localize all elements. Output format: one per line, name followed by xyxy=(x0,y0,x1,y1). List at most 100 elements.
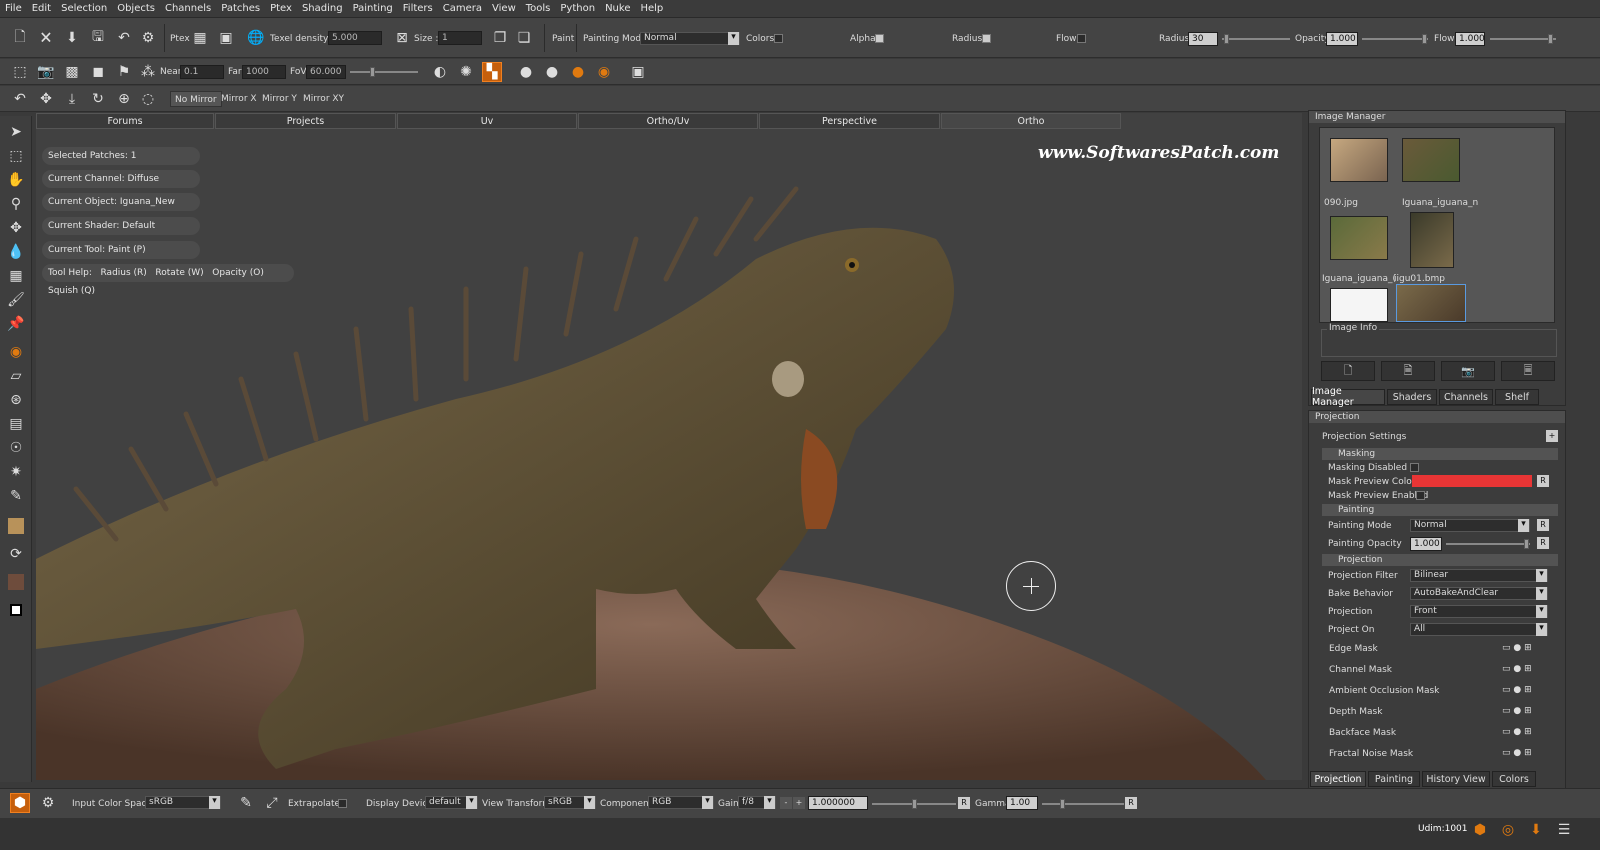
mask-preview-enabled-checkbox[interactable] xyxy=(1416,491,1425,500)
select-arrow-icon[interactable]: ➤ xyxy=(6,122,26,142)
image-action-export-icon[interactable]: 🗏 xyxy=(1501,361,1555,381)
gradient-icon[interactable]: ▤ xyxy=(6,414,26,434)
edit-icon[interactable]: ✎ xyxy=(236,793,256,813)
gain-increase-button[interactable]: + xyxy=(793,797,805,809)
flow-slider-handle[interactable] xyxy=(1548,34,1553,44)
edge-mask-controls[interactable]: ▭ ● ⊞ xyxy=(1502,643,1554,655)
masking-disabled-checkbox[interactable] xyxy=(1410,463,1419,472)
eraser-icon[interactable]: ▱ xyxy=(6,366,26,386)
mask-color-swatch[interactable] xyxy=(1412,475,1532,487)
tab-projects[interactable]: Projects xyxy=(215,113,396,129)
fov-slider-handle[interactable] xyxy=(370,67,375,77)
flow-slider[interactable] xyxy=(1490,38,1556,40)
project-on-select[interactable]: All xyxy=(1410,623,1548,636)
scale-icon[interactable]: ⊕ xyxy=(114,89,134,109)
mirror-xy-button[interactable]: Mirror XY xyxy=(303,94,344,104)
paint-tool-icon[interactable]: ◉ xyxy=(6,342,26,362)
render-icon[interactable]: ⬢ xyxy=(10,793,30,813)
status-render-icon[interactable]: ⬢ xyxy=(1470,820,1490,840)
tab-image-manager[interactable]: Image Manager xyxy=(1311,386,1385,408)
light-icon[interactable]: ✺ xyxy=(456,62,476,82)
gain-reset-button[interactable]: R xyxy=(958,797,970,809)
view-transform-select[interactable]: sRGB xyxy=(544,796,596,809)
gamma-input[interactable]: 1.00 xyxy=(1006,796,1038,810)
radius-slider-handle[interactable] xyxy=(1224,34,1229,44)
extrapolate-icon[interactable]: ⤢ xyxy=(262,793,282,813)
menu-shading[interactable]: Shading xyxy=(297,3,348,14)
paint-light-icon[interactable]: ▚ xyxy=(482,62,502,82)
fov-slider[interactable] xyxy=(350,71,418,73)
fractal-noise-mask-controls[interactable]: ▭ ● ⊞ xyxy=(1502,748,1554,760)
menu-filters[interactable]: Filters xyxy=(398,3,438,14)
gamma-slider[interactable] xyxy=(1042,803,1124,805)
pin-icon[interactable]: 📌 xyxy=(6,314,26,334)
thumbnail-6[interactable] xyxy=(1396,284,1466,322)
down-arrow-icon[interactable]: ⤓ xyxy=(62,89,82,109)
tab-perspective[interactable]: Perspective xyxy=(759,113,940,129)
clone-icon[interactable]: ⊛ xyxy=(6,390,26,410)
menu-file[interactable]: File xyxy=(0,3,27,14)
drop-icon[interactable]: 💧 xyxy=(6,242,26,262)
thumbnail-4[interactable] xyxy=(1410,212,1454,268)
scatter-icon[interactable]: ⁂ xyxy=(138,62,158,82)
ambient-occlusion-mask-controls[interactable]: ▭ ● ⊞ xyxy=(1502,685,1554,697)
menu-python[interactable]: Python xyxy=(555,3,600,14)
radius-slider[interactable] xyxy=(1222,38,1290,40)
painting-mode-select[interactable]: Normal xyxy=(640,32,740,45)
masking-section[interactable]: Masking xyxy=(1322,448,1558,460)
mirror-y-button[interactable]: Mirror Y xyxy=(262,94,297,104)
far-input[interactable]: 1000 xyxy=(242,65,286,79)
depth-mask-row[interactable]: Depth Mask ▭ ● ⊞ xyxy=(1322,703,1558,721)
painting-opacity-reset-button[interactable]: R xyxy=(1537,537,1549,549)
mirror-x-button[interactable]: Mirror X xyxy=(221,94,257,104)
fractal-noise-mask-row[interactable]: Fractal Noise Mask ▭ ● ⊞ xyxy=(1322,745,1558,763)
zoom-icon[interactable]: ⚲ xyxy=(6,194,26,214)
blur-icon[interactable]: ✷ xyxy=(6,462,26,482)
projection-select[interactable]: Front xyxy=(1410,605,1548,618)
tab-shelf[interactable]: Shelf xyxy=(1495,389,1539,405)
foreground-color-icon[interactable] xyxy=(6,600,26,620)
tab-channels[interactable]: Channels xyxy=(1439,389,1493,405)
size-grid-icon[interactable]: ⊠ xyxy=(392,28,412,48)
status-menu-icon[interactable]: ☰ xyxy=(1554,820,1574,840)
bake-behavior-select[interactable]: AutoBakeAndClear xyxy=(1410,587,1548,600)
menu-patches[interactable]: Patches xyxy=(216,3,265,14)
duplicate-icon[interactable]: ❐ xyxy=(490,28,510,48)
shader-sphere-icon[interactable]: ◐ xyxy=(430,62,450,82)
gain-decrease-button[interactable]: - xyxy=(780,797,792,809)
menu-view[interactable]: View xyxy=(487,3,521,14)
opacity-input[interactable]: 1.000 xyxy=(1326,32,1358,46)
layers-icon[interactable]: ❏ xyxy=(514,28,534,48)
tab-ortho[interactable]: Ortho xyxy=(941,113,1121,129)
size-input[interactable]: 1 xyxy=(438,31,482,45)
gain-value-input[interactable]: 1.000000 xyxy=(808,796,868,810)
brush-icon[interactable]: 🖌 xyxy=(6,290,26,310)
status-export-icon[interactable]: ⬇ xyxy=(1526,820,1546,840)
move-icon[interactable]: ✥ xyxy=(36,89,56,109)
colors-checkbox[interactable] xyxy=(774,34,783,43)
gamma-reset-button[interactable]: R xyxy=(1125,797,1137,809)
backface-mask-controls[interactable]: ▭ ● ⊞ xyxy=(1502,727,1554,739)
flow-checkbox[interactable] xyxy=(1077,34,1086,43)
menu-help[interactable]: Help xyxy=(635,3,668,14)
mask-color-reset-button[interactable]: R xyxy=(1537,475,1549,487)
tab-history-view[interactable]: History View xyxy=(1422,771,1490,787)
radius-input[interactable]: 30 xyxy=(1188,32,1218,46)
thumbnail-3[interactable] xyxy=(1330,216,1388,260)
shaded-sphere-icon[interactable]: ◉ xyxy=(594,62,614,82)
texel-density-input[interactable]: 5.000 xyxy=(328,31,382,45)
solid-cube-icon[interactable]: ◼ xyxy=(88,62,108,82)
ptex-settings-icon[interactable]: ▦ xyxy=(190,28,210,48)
tab-forums[interactable]: Forums xyxy=(36,113,214,129)
ambient-occlusion-mask-row[interactable]: Ambient Occlusion Mask ▭ ● ⊞ xyxy=(1322,682,1558,700)
new-file-icon[interactable]: 🗋 xyxy=(10,28,30,48)
painting-opacity-slider-handle[interactable] xyxy=(1524,539,1529,549)
thumbnail-1[interactable] xyxy=(1330,138,1388,182)
tab-colors[interactable]: Colors xyxy=(1492,771,1536,787)
projection-filter-select[interactable]: Bilinear xyxy=(1410,569,1548,582)
menu-channels[interactable]: Channels xyxy=(160,3,216,14)
import-icon[interactable]: ⬇ xyxy=(62,28,82,48)
edge-mask-row[interactable]: Edge Mask ▭ ● ⊞ xyxy=(1322,640,1558,658)
painting-opacity-input[interactable]: 1.000 xyxy=(1410,537,1442,551)
refresh-icon[interactable]: ⟳ xyxy=(6,544,26,564)
